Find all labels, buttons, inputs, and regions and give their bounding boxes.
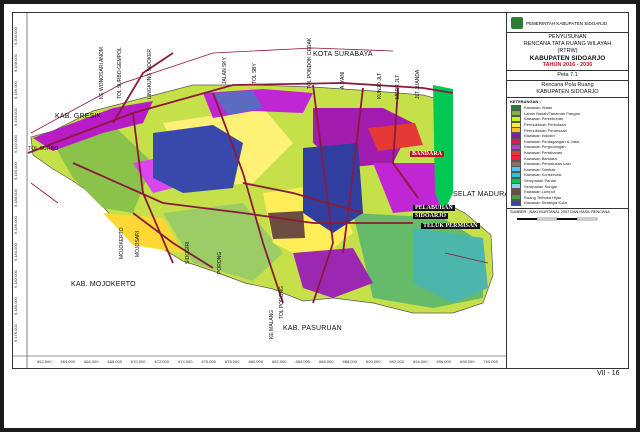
coordinate-label: 664,000 <box>60 359 75 364</box>
coordinate-label: 676,000 <box>201 359 216 364</box>
coordinate-label: 686,000 <box>319 359 334 364</box>
legend-item-label: Kawasan Pergudangan <box>524 144 566 150</box>
label-kab-gresik: KAB. GRESIK <box>55 113 102 120</box>
legend-item-label: Kawasan Peruntukan Lain <box>524 161 571 167</box>
coordinate-label: 9,182,000 <box>13 270 18 288</box>
page-number: VII - 16 <box>597 370 620 377</box>
road-label: TOL SURBO-GEMPOL <box>117 47 123 99</box>
coordinate-label: 684,000 <box>295 359 310 364</box>
land-use-map <box>13 13 506 368</box>
road-label: KE WONOSARI ANOM <box>99 47 105 99</box>
map-frame: KOTA SURABAYA KAB. GRESIK KAB. MOJOKERTO… <box>12 12 629 369</box>
coordinate-label: 666,000 <box>84 359 99 364</box>
scale-bar <box>517 217 598 220</box>
road-label: TOL PONDOK CEDAK <box>307 37 313 89</box>
coordinate-label: 9,196,000 <box>13 81 18 99</box>
coordinate-label: 690,000 <box>366 359 381 364</box>
label-pelabuhan: PELABUHAN <box>413 205 455 211</box>
legend-item-label: Lahan Basah/Tanaman Pangan <box>524 110 581 116</box>
legend-title-line: RENCANA TATA RUANG WILAYAH <box>523 41 612 47</box>
coordinate-label: 694,000 <box>413 359 428 364</box>
road-label: TOL PORONG <box>279 285 285 319</box>
legend-item-label: Kawasan Lumpur <box>524 189 556 195</box>
legend-item-label: Permukiman Perdesaan <box>524 127 567 133</box>
coordinate-label: 678,000 <box>225 359 240 364</box>
coordinate-label: 9,200,000 <box>13 27 18 45</box>
coordinate-label: 682,000 <box>272 359 287 364</box>
legend-subtitle: KABUPATEN SIDOARJO <box>536 89 599 95</box>
label-teluk-permisan: TELUK PERMISAN <box>421 223 480 229</box>
legend-panel: PEMERINTAH KABUPATEN SIDOARJO PENYUSUNAN… <box>506 13 628 368</box>
legend-title-main: KABUPATEN SIDOARJO <box>529 55 606 62</box>
coordinate-label: 688,000 <box>342 359 357 364</box>
coordinate-label: 9,178,000 <box>13 324 18 342</box>
label-sidoarjo: SIDOARJO <box>413 213 449 219</box>
label-kab-pasuruan: KAB. PASURUAN <box>283 325 342 332</box>
coordinate-label: 670,000 <box>131 359 146 364</box>
map-number: Peta 7.1 <box>557 72 578 78</box>
legend-item-label: Kawasan Konservasi <box>524 172 562 178</box>
coordinate-label: 9,190,000 <box>13 162 18 180</box>
coordinate-label: 9,180,000 <box>13 297 18 315</box>
coordinate-label: 696,000 <box>436 359 451 364</box>
coordinate-label: 9,198,000 <box>13 54 18 72</box>
coordinate-label: 700,000 <box>483 359 498 364</box>
road-label: A. YANI <box>340 71 346 89</box>
road-label: MOJOSARI <box>135 230 141 257</box>
coordinate-label: 9,184,000 <box>13 243 18 261</box>
legend-item-label: Kawasan Pertahanan <box>524 150 563 156</box>
legend-items: Kawasan Hutan Lahan Basah/Tanaman Pangan K… <box>507 104 628 206</box>
coordinate-label: 9,186,000 <box>13 216 18 234</box>
legend-item-label: Kawasan Tambak <box>524 166 556 172</box>
road-label: KE MALANG <box>269 309 275 339</box>
coordinate-label: 674,000 <box>178 359 193 364</box>
road-label: MERR JLT <box>395 74 401 99</box>
road-label: MOJOKERTO <box>119 227 125 260</box>
legend-title-line: (RTRW) <box>557 48 578 54</box>
coordinate-label: 9,192,000 <box>13 135 18 153</box>
gov-name: PEMERINTAH KABUPATEN SIDOARJO <box>526 20 608 26</box>
coordinate-label: 698,000 <box>460 359 475 364</box>
label-bandara: BANDARA <box>410 151 444 157</box>
coordinate-label: 680,000 <box>248 359 263 364</box>
legend-item: Kawasan Strategis Kota <box>507 199 628 206</box>
legend-item-label: Kawasan Strategis Kota <box>524 200 567 206</box>
legend-item-label: Kawasan Bandara <box>524 155 557 161</box>
legend-subtitle: Rencana Pola Ruang <box>541 82 594 88</box>
legend-item-label: Sempadan Pantai <box>524 178 556 184</box>
document-page: KOTA SURABAYA KAB. GRESIK KAB. MOJOKERTO… <box>4 4 636 428</box>
legend-item-label: Permukiman Perkotaan <box>524 122 566 128</box>
road-label: PORONG <box>217 251 223 274</box>
coordinate-label: 692,000 <box>389 359 404 364</box>
legend-item-label: Ruang Terbuka Hijau <box>524 194 562 200</box>
legend-item-label: Sempadan Sungai <box>524 183 557 189</box>
legend-item-label: Kawasan Perkebunan <box>524 116 564 122</box>
road-label: JLT JUANDA <box>415 69 421 99</box>
label-kota-surabaya: KOTA SURABAYA <box>313 51 373 58</box>
legend-item-label: Kawasan Perdagangan & Jasa <box>524 138 579 144</box>
coordinate-label: 9,188,000 <box>13 189 18 207</box>
legend-period: TAHUN 2016 - 2036 <box>542 62 593 68</box>
label-tol-surbo: TOL SURBO <box>28 146 59 152</box>
legend-item-label: Kawasan Industri <box>524 133 555 139</box>
coordinate-label: 662,500 <box>37 359 52 364</box>
label-kab-mojokerto: KAB. MOJOKERTO <box>71 281 136 288</box>
legend-item-label: Kawasan Hutan <box>524 105 553 111</box>
legend-swatch <box>511 199 521 206</box>
coordinate-label: 9,194,000 <box>13 108 18 126</box>
road-label: KUNJO JLT <box>377 72 383 99</box>
road-label: LINGKUNG SIDOKER <box>147 48 153 99</box>
road-label: SIDOGIRI <box>185 241 191 264</box>
label-selat-madura: SELAT MADURA <box>453 191 510 198</box>
road-label: JALAN SKY <box>222 57 228 84</box>
regency-emblem-icon <box>511 17 523 29</box>
coordinate-label: 672,000 <box>154 359 169 364</box>
legend-title-line: PENYUSUNAN <box>548 34 587 40</box>
road-label: TOL SBY <box>252 63 258 84</box>
legend-header: PEMERINTAH KABUPATEN SIDOARJO <box>507 13 628 31</box>
coordinate-label: 668,000 <box>107 359 122 364</box>
